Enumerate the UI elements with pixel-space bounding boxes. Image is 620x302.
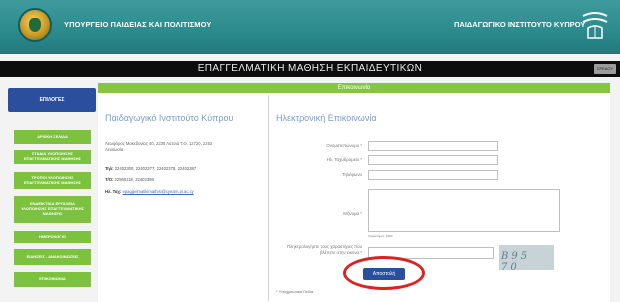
chars-remaining: Χαρακτήρες: 1000 [368,234,393,238]
telephone-line: Τηλ: 22402300, 22402377, 22402378, 22402… [105,166,196,171]
phone-label: Τηλέφωνο [342,172,362,177]
sidebar-item-stages[interactable]: ΣΤΑΔΙΑ ΥΛΟΠΟΙΗΣΗΣ ΕΠΑΓΓΕΛΜΑΤΙΚΗΣ ΜΑΘΗΣΗΣ [14,150,91,164]
email-link[interactable]: epaggelmatikimathisi@cyearn.pi.ac.cy [122,189,193,194]
sidebar: ΕΠΙΛΟΓΕΣ ΑΡΧΙΚΗ ΣΕΛΙΔΑ ΣΤΑΔΙΑ ΥΛΟΠΟΙΗΣΗΣ… [8,86,96,302]
message-label: Μήνυμα * [343,211,362,216]
name-label: Ονοματεπώνυμο * [326,143,362,148]
sidebar-item-news[interactable]: ΕΙΔΗΣΕΙΣ - ΑΝΑΚΟΙΝΩΣΕΙΣ [14,249,91,265]
form-heading: Ηλεκτρονική Επικοινωνία [276,113,377,123]
sidebar-heading: ΕΠΙΛΟΓΕΣ [8,88,96,112]
fax-label: Τ/Ο: [105,177,114,182]
required-note: * Υποχρεωτικά Πεδία [276,289,314,294]
address-text: Λεωφόρος Μακεδονίας 40, 2238 Λατσιά Τ.Θ.… [105,141,213,152]
search-button[interactable]: ΣΡΕΔΟΥ [594,64,616,74]
email-line: Ηλ. Ταχ: epaggelmatikimathisi@cyearn.pi.… [105,189,194,194]
email-field-label: Ηλ. Ταχυδρομείο * [326,157,362,162]
site-header: ΥΠΟΥΡΓΕΙΟ ΠΑΙΔΕΙΑΣ ΚΑΙ ΠΟΛΙΤΙΣΜΟΥ ΠΑΙΔΑΓ… [0,0,620,54]
column-divider [268,95,269,301]
sidebar-item-tools[interactable]: ΕΝΔΕΙΚΤΙΚΑ ΕΡΓΑΛΕΙΑ ΥΛΟΠΟΙΗΣΗΣ ΕΠΑΓΓΕΛΜΑ… [14,196,91,223]
highlight-circle [343,256,425,290]
captcha-code: B95 70 [501,251,531,270]
site-title-bar: ΕΠΑΓΓΕΛΜΑΤΙΚΗ ΜΑΘΗΣΗ ΕΚΠΑΙΔΕΥΤΙΚΩΝ ΣΡΕΔΟ… [0,61,620,77]
email-label: Ηλ. Ταχ: [105,189,122,194]
institute-logo-icon[interactable] [580,8,610,44]
institute-heading: Παιδαγωγικό Ινστιτούτο Κύπρου [105,113,234,123]
captcha-image: B95 70 [499,245,554,270]
fax-value: 22560118, 22402398 [114,177,154,182]
sidebar-item-calendar[interactable]: ΗΜΕΡΟΛΟΓΙΟ [14,231,91,243]
cyprus-emblem-icon[interactable] [18,8,52,42]
phone-input[interactable] [368,170,498,180]
tel-label: Τηλ: [105,166,114,171]
sidebar-item-home[interactable]: ΑΡΧΙΚΗ ΣΕΛΙΔΑ [14,130,91,144]
ministry-title[interactable]: ΥΠΟΥΡΓΕΙΟ ΠΑΙΔΕΙΑΣ ΚΑΙ ΠΟΛΙΤΙΣΜΟΥ [64,20,211,29]
section-ribbon: Επικοινωνία [98,83,610,93]
sidebar-item-contact[interactable]: ΕΠΙΚΟΙΝΩΝΙΑ [14,272,91,287]
email-input[interactable] [368,155,498,165]
sidebar-item-methods[interactable]: ΤΡΟΠΟΙ ΥΛΟΠΟΙΗΣΗΣ ΕΠΑΓΓΕΛΜΑΤΙΚΗΣ ΜΑΘΗΣΗΣ [14,172,91,189]
tel-value: 22402300, 22402377, 22402378, 22402387 [114,166,197,171]
message-textarea[interactable] [368,189,560,232]
name-input[interactable] [368,141,498,151]
contact-info: Παιδαγωγικό Ινστιτούτο Κύπρου Λεωφόρος Μ… [105,113,265,194]
fax-line: Τ/Ο: 22560118, 22402398 [105,177,154,182]
institute-title[interactable]: ΠΑΙΔΑΓΩΓΙΚΟ ΙΝΣΤΙΤΟΥΤΟ ΚΥΠΡΟΥ [454,20,585,29]
site-title: ΕΠΑΓΓΕΛΜΑΤΙΚΗ ΜΑΘΗΣΗ ΕΚΠΑΙΔΕΥΤΙΚΩΝ [197,63,423,74]
captcha-label: Πληκτρολογήστε τους χαρακτήρες που βλέπε… [286,244,362,255]
